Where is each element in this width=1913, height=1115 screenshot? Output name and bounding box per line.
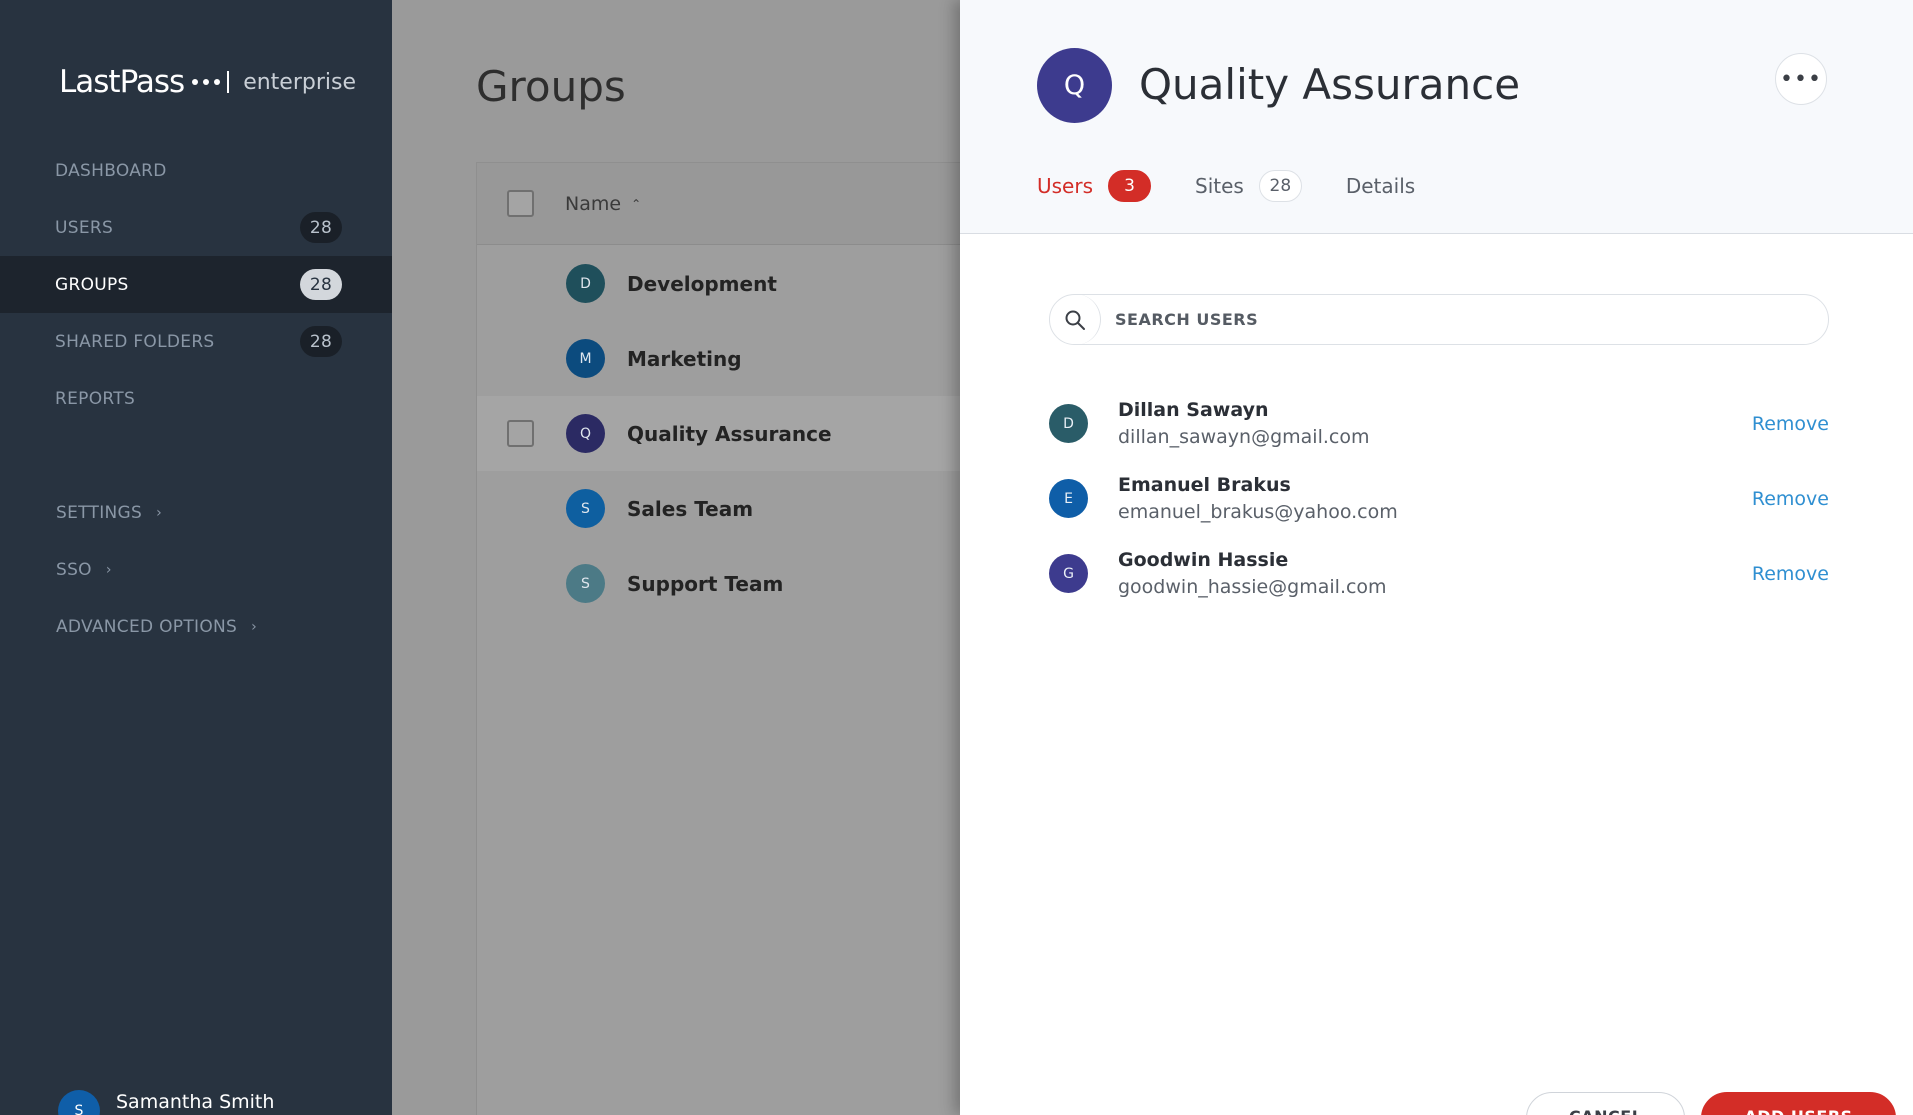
sidebar-item-label: USERS bbox=[55, 217, 114, 238]
panel-header: Q Quality Assurance ••• Users 3 Sites 28… bbox=[960, 0, 1913, 234]
sidebar-item-shared-folders[interactable]: SHARED FOLDERS 28 bbox=[0, 313, 392, 370]
tab-sites[interactable]: Sites 28 bbox=[1195, 170, 1302, 202]
sidebar-item-label: ADVANCED OPTIONS bbox=[56, 616, 238, 637]
table-row[interactable]: Q Quality Assurance bbox=[477, 396, 995, 471]
count-badge: 28 bbox=[300, 326, 342, 357]
remove-user-button[interactable]: Remove bbox=[1752, 488, 1829, 510]
group-users-list: D Dillan Sawayn dillan_sawayn@gmail.com … bbox=[1049, 385, 1829, 610]
avatar: D bbox=[1049, 404, 1088, 443]
sidebar-item-sso[interactable]: SSO › bbox=[0, 541, 392, 598]
avatar: S bbox=[58, 1090, 100, 1115]
group-avatar: Q bbox=[566, 414, 605, 453]
group-avatar: M bbox=[566, 339, 605, 378]
count-badge: 28 bbox=[300, 269, 342, 300]
count-badge: 3 bbox=[1108, 170, 1152, 202]
groups-table: Name ⌃ D Development M Marketing Q Quali… bbox=[476, 162, 996, 1115]
list-item: D Dillan Sawayn dillan_sawayn@gmail.com … bbox=[1049, 385, 1829, 460]
table-body: D Development M Marketing Q Quality Assu… bbox=[477, 246, 995, 621]
avatar: E bbox=[1049, 479, 1088, 518]
group-name: Marketing bbox=[627, 346, 742, 371]
sort-asc-icon[interactable]: ⌃ bbox=[631, 197, 641, 211]
list-item: E Emanuel Brakus emanuel_brakus@yahoo.co… bbox=[1049, 460, 1829, 535]
group-avatar: S bbox=[566, 489, 605, 528]
table-row[interactable]: S Sales Team bbox=[477, 471, 995, 546]
remove-user-button[interactable]: Remove bbox=[1752, 563, 1829, 585]
sidebar-item-dashboard[interactable]: DASHBOARD bbox=[0, 142, 392, 199]
user-name: Goodwin Hassie bbox=[1118, 549, 1289, 571]
sidebar-item-advanced-options[interactable]: ADVANCED OPTIONS › bbox=[0, 598, 392, 655]
count-badge: 28 bbox=[300, 212, 342, 243]
group-name: Sales Team bbox=[627, 496, 754, 521]
user-name: Emanuel Brakus bbox=[1118, 474, 1291, 496]
search-box bbox=[1049, 294, 1829, 345]
table-row[interactable]: D Development bbox=[477, 246, 995, 321]
count-badge: 28 bbox=[1258, 170, 1302, 202]
table-header: Name ⌃ bbox=[477, 163, 995, 245]
main-content: Groups Name ⌃ D Development M Marketing … bbox=[392, 0, 996, 1115]
chevron-right-icon: › bbox=[156, 504, 163, 521]
sidebar-item-label: SSO bbox=[56, 559, 92, 580]
panel-title: Quality Assurance bbox=[1139, 60, 1521, 109]
chevron-right-icon: › bbox=[251, 618, 258, 635]
group-avatar: S bbox=[566, 564, 605, 603]
avatar: G bbox=[1049, 554, 1088, 593]
sidebar-item-reports[interactable]: REPORTS bbox=[0, 370, 392, 427]
column-header-name[interactable]: Name bbox=[565, 193, 621, 215]
logo-edition: enterprise bbox=[243, 69, 356, 95]
sidebar: LastPass enterprise DASHBOARD USERS 28 G… bbox=[0, 0, 392, 1115]
cancel-button[interactable]: CANCEL bbox=[1526, 1092, 1686, 1115]
sidebar-item-label: SHARED FOLDERS bbox=[55, 331, 215, 352]
tab-label: Users bbox=[1037, 174, 1094, 198]
table-row[interactable]: S Support Team bbox=[477, 546, 995, 621]
sidebar-nav: DASHBOARD USERS 28 GROUPS 28 SHARED FOLD… bbox=[0, 142, 392, 427]
tab-label: Details bbox=[1345, 174, 1416, 198]
row-checkbox[interactable] bbox=[507, 420, 534, 447]
lastpass-logo[interactable]: LastPass enterprise bbox=[59, 60, 356, 104]
account-menu[interactable]: S Samantha Smith bbox=[58, 1090, 274, 1115]
more-options-button[interactable]: ••• bbox=[1775, 53, 1827, 105]
search-input[interactable] bbox=[1115, 310, 1795, 329]
tab-label: Sites bbox=[1195, 174, 1244, 198]
user-email: emanuel_brakus@yahoo.com bbox=[1118, 501, 1398, 523]
group-name: Support Team bbox=[627, 571, 784, 596]
panel-tabs: Users 3 Sites 28 Details bbox=[1037, 170, 1459, 202]
group-avatar: D bbox=[566, 264, 605, 303]
sidebar-item-groups[interactable]: GROUPS 28 bbox=[0, 256, 392, 313]
list-item: G Goodwin Hassie goodwin_hassie@gmail.co… bbox=[1049, 535, 1829, 610]
chevron-right-icon: › bbox=[105, 561, 112, 578]
sidebar-item-label: GROUPS bbox=[55, 274, 129, 295]
remove-user-button[interactable]: Remove bbox=[1752, 413, 1829, 435]
more-horizontal-icon: ••• bbox=[1780, 66, 1822, 92]
sidebar-item-label: SETTINGS bbox=[56, 502, 143, 523]
group-avatar: Q bbox=[1037, 48, 1112, 123]
select-all-checkbox[interactable] bbox=[507, 190, 534, 217]
group-name: Development bbox=[627, 271, 777, 296]
account-name: Samantha Smith bbox=[116, 1091, 275, 1113]
logo-dots-icon bbox=[192, 71, 230, 93]
sidebar-item-users[interactable]: USERS 28 bbox=[0, 199, 392, 256]
user-name: Dillan Sawayn bbox=[1118, 399, 1269, 421]
sidebar-secondary-nav: SETTINGS › SSO › ADVANCED OPTIONS › bbox=[0, 484, 392, 655]
table-row[interactable]: M Marketing bbox=[477, 321, 995, 396]
search-icon[interactable] bbox=[1050, 294, 1101, 345]
user-email: dillan_sawayn@gmail.com bbox=[1118, 426, 1370, 448]
page-title: Groups bbox=[476, 62, 626, 111]
sidebar-item-settings[interactable]: SETTINGS › bbox=[0, 484, 392, 541]
tab-users[interactable]: Users 3 bbox=[1037, 170, 1152, 202]
panel-footer: CANCEL ADD USERS bbox=[1526, 1092, 1896, 1115]
group-detail-panel: Q Quality Assurance ••• Users 3 Sites 28… bbox=[960, 0, 1913, 1115]
tab-details[interactable]: Details bbox=[1346, 174, 1415, 198]
sidebar-item-label: REPORTS bbox=[55, 388, 136, 409]
logo-wordmark: LastPass bbox=[59, 64, 185, 100]
group-name: Quality Assurance bbox=[627, 421, 832, 446]
add-users-button[interactable]: ADD USERS bbox=[1701, 1092, 1896, 1115]
user-email: goodwin_hassie@gmail.com bbox=[1118, 576, 1387, 598]
sidebar-item-label: DASHBOARD bbox=[55, 160, 167, 181]
